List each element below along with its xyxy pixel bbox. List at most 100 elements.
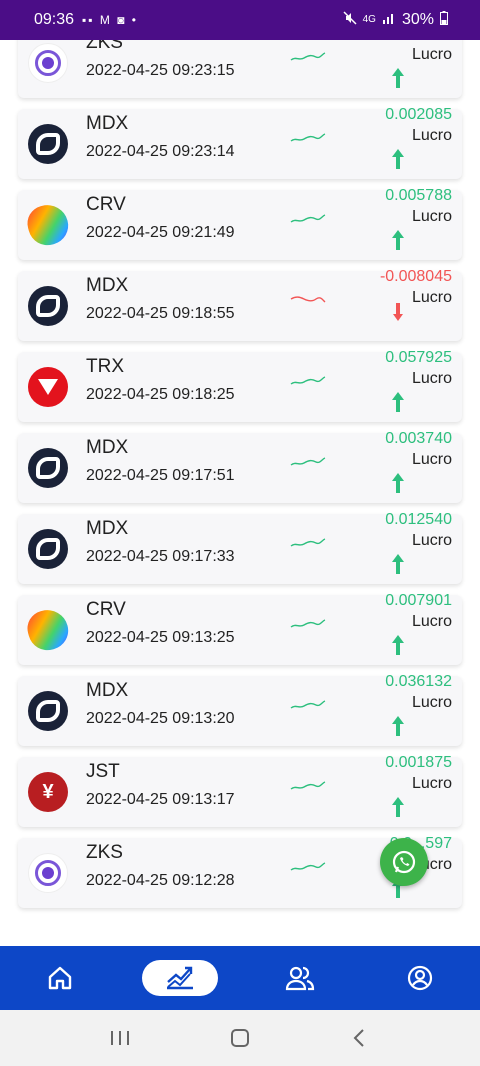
trx-coin-icon xyxy=(28,367,68,407)
system-navigation xyxy=(0,1010,480,1066)
sparkline-up-icon xyxy=(290,538,326,547)
mdx-coin-icon xyxy=(28,286,68,326)
crv-coin-icon xyxy=(23,605,73,655)
trade-timestamp: 2022-04-25 09:17:51 xyxy=(86,467,235,484)
arrow-down-icon xyxy=(393,303,403,321)
profit-label: Lucro xyxy=(411,694,452,711)
sparkline-up-icon xyxy=(290,52,326,61)
profit-value: 0.007901 xyxy=(385,592,452,609)
coin-name: CRV xyxy=(86,599,126,620)
trade-list[interactable]: ZKS 2022-04-25 09:23:15 0.012065 Lucro MDX 20… xyxy=(0,40,480,946)
profit-label: Lucro xyxy=(411,289,452,306)
coin-name: MDX xyxy=(86,680,129,701)
profit-value: -0.008045 xyxy=(379,268,452,285)
profit-value: 0.012540 xyxy=(385,511,452,528)
profit-value: 0.005788 xyxy=(385,187,452,204)
battery-level: 30% xyxy=(401,11,434,28)
mdx-coin-icon xyxy=(28,124,68,164)
profit-label: Lucro xyxy=(411,775,452,792)
profile-icon xyxy=(407,965,433,991)
list-item[interactable]: CRV 2022-04-25 09:13:25 0.007901 Lucro xyxy=(18,592,462,665)
home-button-icon[interactable] xyxy=(228,1026,252,1050)
list-item[interactable]: MDX 2022-04-25 09:23:14 0.002085 Lucro xyxy=(18,106,462,179)
list-item[interactable]: ¥ JST 2022-04-25 09:13:17 0.001875 Lucro xyxy=(18,754,462,827)
sparkline-up-icon xyxy=(290,457,326,466)
nav-team[interactable] xyxy=(262,960,338,996)
nav-trades[interactable] xyxy=(142,960,218,996)
list-item[interactable]: CRV 2022-04-25 09:21:49 0.005788 Lucro xyxy=(18,187,462,260)
sparkline-up-icon xyxy=(290,214,326,223)
whatsapp-button[interactable] xyxy=(380,838,428,886)
mdx-coin-icon xyxy=(28,691,68,731)
arrow-up-icon xyxy=(392,149,404,169)
profit-label: Lucro xyxy=(411,127,452,144)
coin-name: ZKS xyxy=(86,842,123,863)
trade-timestamp: 2022-04-25 09:12:28 xyxy=(86,872,235,889)
coin-name: ZKS xyxy=(86,40,123,53)
battery-icon xyxy=(440,10,448,30)
list-item[interactable]: ZKS 2022-04-25 09:23:15 0.012065 Lucro xyxy=(18,40,462,98)
home-icon xyxy=(48,966,72,990)
zks-coin-icon xyxy=(28,853,68,893)
profit-value: 0.002085 xyxy=(385,106,452,123)
coin-name: MDX xyxy=(86,518,129,539)
zks-coin-icon xyxy=(28,43,68,83)
list-item[interactable]: MDX 2022-04-25 09:13:20 0.036132 Lucro xyxy=(18,673,462,746)
sparkline-up-icon xyxy=(290,133,326,142)
nav-home[interactable] xyxy=(22,960,98,996)
sparkline-up-icon xyxy=(290,781,326,790)
trade-timestamp: 2022-04-25 09:13:17 xyxy=(86,791,235,808)
trade-timestamp: 2022-04-25 09:18:55 xyxy=(86,305,235,322)
users-icon xyxy=(285,966,315,991)
sparkline-down-icon xyxy=(290,296,326,303)
mdx-coin-icon xyxy=(28,448,68,488)
arrow-up-icon xyxy=(392,716,404,736)
trade-timestamp: 2022-04-25 09:13:20 xyxy=(86,710,235,727)
list-item[interactable]: MDX 2022-04-25 09:17:33 0.012540 Lucro xyxy=(18,511,462,584)
network-type: 4G xyxy=(362,14,376,25)
mute-icon xyxy=(343,10,357,30)
whatsapp-icon xyxy=(392,850,416,874)
sparkline-up-icon xyxy=(290,862,326,871)
trade-timestamp: 2022-04-25 09:21:49 xyxy=(86,224,235,241)
arrow-up-icon xyxy=(392,392,404,412)
chart-icon xyxy=(167,966,193,990)
coin-name: MDX xyxy=(86,437,129,458)
trade-timestamp: 2022-04-25 09:17:33 xyxy=(86,548,235,565)
list-item[interactable]: MDX 2022-04-25 09:18:55 -0.008045 Lucro xyxy=(18,268,462,341)
bottom-nav xyxy=(0,946,480,1010)
list-item[interactable]: MDX 2022-04-25 09:17:51 0.003740 Lucro xyxy=(18,430,462,503)
profit-label: Lucro xyxy=(411,370,452,387)
arrow-up-icon xyxy=(392,797,404,817)
back-icon[interactable] xyxy=(348,1026,372,1050)
arrow-up-icon xyxy=(392,68,404,88)
sparkline-up-icon xyxy=(290,376,326,385)
signal-icon xyxy=(382,11,396,30)
profit-label: Lucro xyxy=(411,532,452,549)
profit-value: 0.036132 xyxy=(385,673,452,690)
arrow-up-icon xyxy=(392,473,404,493)
mdx-coin-icon xyxy=(28,529,68,569)
profit-value: 0.057925 xyxy=(385,349,452,366)
list-item[interactable]: TRX 2022-04-25 09:18:25 0.057925 Lucro xyxy=(18,349,462,422)
jst-coin-icon: ¥ xyxy=(28,772,68,812)
profit-label: Lucro xyxy=(411,46,452,63)
coin-name: MDX xyxy=(86,275,129,296)
trade-timestamp: 2022-04-25 09:18:25 xyxy=(86,386,235,403)
coin-name: MDX xyxy=(86,113,129,134)
profit-value: 0.001875 xyxy=(385,754,452,771)
crv-coin-icon xyxy=(23,200,73,250)
nav-profile[interactable] xyxy=(382,960,458,996)
arrow-up-icon xyxy=(392,635,404,655)
profit-label: Lucro xyxy=(411,613,452,630)
coin-name: CRV xyxy=(86,194,126,215)
trade-timestamp: 2022-04-25 09:23:14 xyxy=(86,143,235,160)
status-bar: 09:36 ▪▪ M ◙ • 4G 30% xyxy=(0,0,480,40)
coin-name: TRX xyxy=(86,356,124,377)
profit-value: 0.012065 xyxy=(385,40,452,43)
notification-icons: ▪▪ M ◙ • xyxy=(82,13,139,27)
sparkline-up-icon xyxy=(290,700,326,709)
status-time: 09:36 xyxy=(34,11,75,28)
recents-icon[interactable] xyxy=(108,1028,132,1048)
profit-label: Lucro xyxy=(411,208,452,225)
